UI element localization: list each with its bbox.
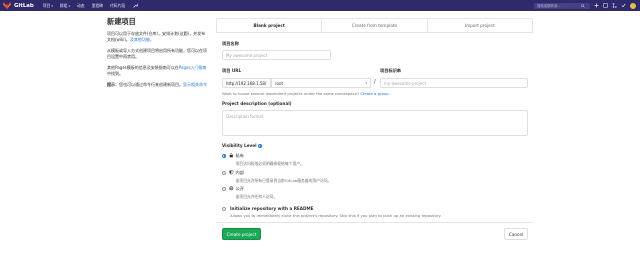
- create-group-link[interactable]: Create a group.: [360, 91, 390, 96]
- search-box: [534, 2, 590, 9]
- nav-activity[interactable]: 动态: [77, 3, 85, 9]
- private-title: 私有: [235, 153, 244, 158]
- sidebar-info: 新建项目 项目可以用于存放文件(仓库)，安排计划(议题)，并发布文档(wiki)…: [107, 17, 209, 93]
- tip-label: 提示：: [107, 82, 119, 87]
- visibility-label-text: Visibility Level: [222, 143, 257, 148]
- internal-radio[interactable]: [222, 170, 226, 175]
- group-help-text: Want to house several dependent projects…: [222, 91, 390, 96]
- lock-icon: [229, 153, 233, 158]
- issues-icon[interactable]: [603, 3, 608, 8]
- private-desc: 项目访问权限必须明确授权给每个用户。: [235, 160, 304, 166]
- visibility-label: Visibility Level?: [222, 143, 262, 148]
- readme-checkbox[interactable]: [222, 206, 226, 211]
- chevron-down-icon: ▾: [365, 80, 367, 85]
- private-text: 私有 项目访问权限必须明确授权给每个用户。: [236, 153, 304, 167]
- template-paragraph: 从模板或导入方式创建项目将启用所有功能，您可以在项目设置中再禁用。: [107, 48, 207, 59]
- public-radio[interactable]: [222, 186, 226, 191]
- nav-projects[interactable]: 项目 ▾: [43, 3, 53, 9]
- pages-paragraph: 其他Pages模板的信息及安装指南可以在Pages入门指南中找到。: [107, 65, 209, 77]
- tab-import-project[interactable]: Import project: [426, 19, 532, 32]
- more-features-link[interactable]: 及其他功能。: [130, 37, 154, 42]
- nav-milestones[interactable]: 里程碑: [92, 3, 103, 9]
- url-separator: /: [374, 79, 376, 85]
- project-slug-label: 项目标识串: [380, 68, 401, 73]
- readme-title: Initialize repository with a README: [230, 206, 314, 211]
- nav-milestones-label: 里程碑: [91, 2, 103, 8]
- internal-text: 内部 该项目允许所有已登录到当前GitLab服务器的用户访问。: [236, 170, 332, 184]
- search-input[interactable]: [537, 3, 581, 8]
- project-name-input[interactable]: [222, 50, 331, 60]
- pages-text-after: 中找到。: [107, 71, 123, 76]
- intro-paragraph: 项目可以用于存放文件(仓库)，安排计划(议题)，并发布文档(wiki)。及其他功…: [107, 31, 209, 43]
- private-radio[interactable]: [222, 153, 226, 158]
- group-help-question: Want to house several dependent projects…: [222, 91, 360, 96]
- nav-snippets-label: 代码片段: [109, 2, 126, 8]
- page-title: 新建项目: [107, 17, 136, 26]
- tab-blank-project[interactable]: Blank project: [217, 19, 322, 32]
- readme-option[interactable]: Initialize repository with a README Allo…: [222, 206, 441, 218]
- avatar[interactable]: [630, 2, 636, 9]
- chevron-down-icon: ▾: [51, 3, 53, 8]
- readme-desc: Allows you to immediately clone this pro…: [230, 213, 442, 218]
- project-url-prefix: http://192.168.1.58/: [222, 78, 271, 88]
- description-textarea[interactable]: [222, 110, 528, 136]
- public-text: 公开 该项目允许任何人访问。: [236, 186, 278, 200]
- project-creation-tabs: Blank project Create from template Impor…: [216, 18, 533, 33]
- pages-guide-link[interactable]: Pages入门指南: [179, 65, 207, 70]
- project-slug-input[interactable]: [380, 78, 528, 88]
- shield-icon: [229, 170, 234, 175]
- public-desc: 该项目允许任何人访问。: [235, 193, 278, 199]
- internal-title: 内部: [235, 170, 244, 175]
- visibility-option-public[interactable]: 公开 该项目允许任何人访问。: [222, 186, 277, 200]
- visibility-option-private[interactable]: 私有 项目访问权限必须明确授权给每个用户。: [222, 153, 304, 167]
- nav-groups[interactable]: 群组 ▾: [60, 3, 70, 9]
- pages-text-before: 其他Pages模板的信息及安装指南可以在: [107, 65, 179, 70]
- todo-icon[interactable]: [621, 3, 626, 8]
- main-nav: 项目 ▾ 群组 ▾ 动态 里程碑 代码片段: [43, 3, 139, 9]
- plus-icon[interactable]: [594, 3, 599, 8]
- search-icon: [581, 3, 585, 8]
- internal-desc: 该项目允许所有已登录到当前GitLab服务器的用户访问。: [235, 177, 332, 183]
- nav-projects-label: 项目: [42, 2, 51, 8]
- top-right-actions: [534, 0, 636, 11]
- help-icon[interactable]: ?: [257, 144, 262, 148]
- intro-text: 项目可以用于存放文件(仓库)，安排计划(议题)，并发布文档(wiki)。: [107, 31, 206, 42]
- brand-name: GitLab: [14, 2, 34, 9]
- show-command-link[interactable]: 显示相关命令: [183, 82, 207, 87]
- chevron-down-icon: ▾: [68, 3, 70, 8]
- cancel-button[interactable]: Cancel: [504, 228, 528, 240]
- nav-activity-label: 动态: [77, 2, 85, 8]
- namespace-value: root: [275, 80, 284, 86]
- visibility-option-internal[interactable]: 内部 该项目允许所有已登录到当前GitLab服务器的用户访问。: [222, 170, 331, 184]
- top-navbar: GitLab 项目 ▾ 群组 ▾ 动态 里程碑 代码片段: [0, 0, 640, 11]
- project-name-label: 项目名称: [222, 41, 239, 46]
- gitlab-fox-icon: [3, 2, 11, 9]
- globe-icon: [229, 186, 234, 191]
- description-label: Project description (optional): [222, 101, 292, 106]
- nav-groups-label: 群组: [59, 2, 68, 8]
- gitlab-logo-link[interactable]: GitLab: [3, 2, 34, 9]
- public-title: 公开: [235, 186, 244, 191]
- nav-snippets[interactable]: 代码片段: [110, 3, 125, 9]
- readme-text: Initialize repository with a README Allo…: [230, 206, 441, 218]
- create-project-button[interactable]: Create project: [222, 228, 261, 240]
- admin-wrench-icon[interactable]: [133, 3, 139, 8]
- tip-text: 您也可以通过命令行来创建新项目。: [119, 82, 183, 87]
- namespace-select[interactable]: root ▾: [271, 78, 371, 88]
- form-actions-divider: [216, 222, 533, 223]
- tip-paragraph: 提示：您也可以通过命令行来创建新项目。显示相关命令: [107, 82, 209, 88]
- project-url-label: 项目 URL: [222, 68, 242, 73]
- tab-create-from-template[interactable]: Create from template: [321, 19, 426, 32]
- merge-request-icon[interactable]: [612, 3, 617, 8]
